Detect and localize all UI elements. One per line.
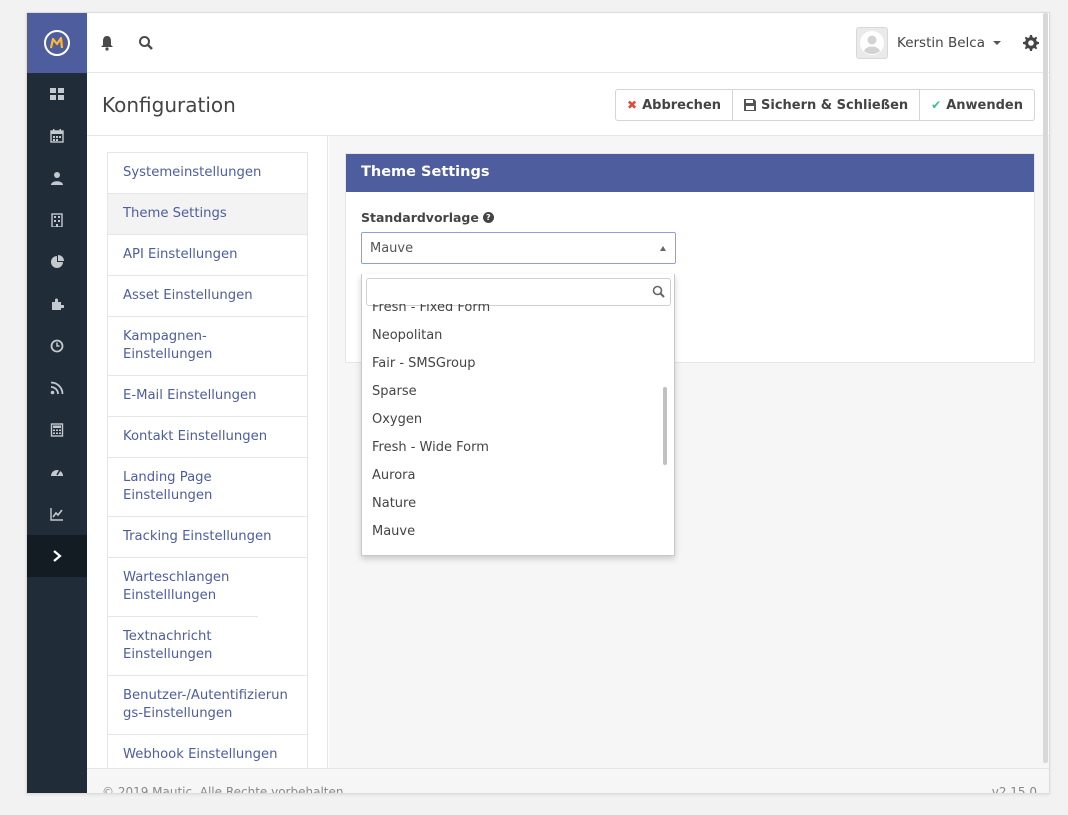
components-puzzle-icon[interactable] — [27, 283, 87, 325]
segments-pie-icon[interactable] — [27, 241, 87, 283]
settings-nav-column: Systemeinstellungen Theme Settings API E… — [87, 136, 328, 793]
option-mauve[interactable]: Mauve — [362, 518, 674, 546]
toolbar: ✖ Abbrechen Sichern & Schließen ✔ Anwend… — [615, 89, 1035, 121]
panel-title: Theme Settings — [346, 154, 1034, 192]
top-bar: Kerstin Belca — [87, 13, 1049, 73]
dropdown-options: Fresh - Fixed Form Neopolitan Fair - SMS… — [362, 304, 674, 554]
version: v2.15.0 — [991, 785, 1037, 794]
option-oxygen[interactable]: Oxygen — [362, 406, 674, 434]
notifications-bell-icon[interactable] — [99, 35, 115, 51]
page-title: Konfiguration — [102, 93, 236, 117]
option-aurora[interactable]: Aurora — [362, 462, 674, 490]
avatar — [856, 27, 889, 59]
save-icon — [744, 99, 757, 111]
menu-item-queue[interactable]: Warteschlangen Einstelllungen — [108, 558, 258, 617]
menu-item-campaign[interactable]: Kampagnen-Einstellungen — [108, 317, 307, 376]
settings-menu: Systemeinstellungen Theme Settings API E… — [107, 152, 308, 793]
gear-icon[interactable] — [1023, 35, 1039, 51]
sidebar — [27, 13, 87, 793]
apply-label: Anwenden — [946, 97, 1023, 113]
default-theme-select[interactable]: Mauve — [361, 232, 676, 264]
chevron-up-icon — [660, 246, 666, 251]
mautic-logo[interactable] — [27, 13, 87, 73]
window-scrollbar[interactable] — [1043, 13, 1048, 763]
menu-item-contact[interactable]: Kontakt Einstellungen — [108, 417, 307, 458]
search-icon[interactable] — [138, 35, 154, 51]
menu-item-tracking[interactable]: Tracking Einstellungen — [108, 517, 307, 558]
search-icon — [652, 285, 665, 298]
menu-item-landing-page[interactable]: Landing Page Einstellungen — [108, 458, 307, 517]
channels-rss-icon[interactable] — [27, 367, 87, 409]
save-close-button[interactable]: Sichern & Schließen — [732, 89, 921, 121]
cancel-label: Abbrechen — [642, 97, 722, 113]
calendar-icon[interactable] — [27, 115, 87, 157]
theme-dropdown: Fresh - Fixed Form Neopolitan Fair - SMS… — [361, 274, 675, 556]
stages-dashboard-icon[interactable] — [27, 451, 87, 493]
check-icon: ✔ — [931, 98, 942, 112]
user-avatar-icon — [860, 31, 885, 55]
reports-chart-icon[interactable] — [27, 493, 87, 535]
chevron-down-icon — [993, 41, 1001, 45]
footer: © 2019 Mautic. Alle Rechte vorbehalten. … — [87, 768, 1049, 793]
mautic-logo-icon — [44, 30, 70, 56]
contacts-icon[interactable] — [27, 157, 87, 199]
page-header: Konfiguration ✖ Abbrechen Sichern & Schl… — [87, 74, 1049, 136]
option-neopolitan[interactable]: Neopolitan — [362, 322, 674, 350]
selected-theme-value: Mauve — [370, 241, 414, 256]
help-icon[interactable]: ? — [482, 212, 494, 223]
menu-item-api[interactable]: API Einstellungen — [108, 235, 307, 276]
close-icon: ✖ — [627, 98, 638, 112]
option-fair-smsgroup[interactable]: Fair - SMSGroup — [362, 350, 674, 378]
default-theme-label-text: Standardvorlage — [361, 210, 479, 225]
dropdown-search-input[interactable] — [366, 278, 671, 306]
campaigns-clock-icon[interactable] — [27, 325, 87, 367]
app-window: Kerstin Belca Konfiguration ✖ Abbrechen … — [26, 12, 1050, 794]
expand-sidebar-chevron-icon[interactable] — [27, 535, 87, 577]
user-name: Kerstin Belca — [897, 35, 985, 51]
copyright: © 2019 Mautic. Alle Rechte vorbehalten. — [102, 785, 348, 794]
menu-item-sms[interactable]: Textnachricht Einstellungen — [108, 617, 307, 676]
dropdown-scrollbar[interactable] — [663, 387, 667, 465]
menu-item-theme[interactable]: Theme Settings — [108, 194, 307, 235]
save-close-label: Sichern & Schließen — [761, 97, 909, 113]
option-fresh-fixed[interactable]: Fresh - Fixed Form — [362, 304, 674, 322]
menu-item-email[interactable]: E-Mail Einstellungen — [108, 376, 307, 417]
user-menu[interactable]: Kerstin Belca — [856, 27, 1001, 59]
menu-item-asset[interactable]: Asset Einstellungen — [108, 276, 307, 317]
option-fresh-wide[interactable]: Fresh - Wide Form — [362, 434, 674, 462]
option-nature[interactable]: Nature — [362, 490, 674, 518]
menu-item-system[interactable]: Systemeinstellungen — [108, 153, 307, 194]
cancel-button[interactable]: ✖ Abbrechen — [615, 89, 734, 121]
default-theme-label: Standardvorlage ? — [361, 210, 494, 225]
menu-item-user-auth[interactable]: Benutzer-/Autentifizierungs-Einstellunge… — [108, 676, 307, 735]
points-calculator-icon[interactable] — [27, 409, 87, 451]
apply-button[interactable]: ✔ Anwenden — [919, 89, 1035, 121]
companies-icon[interactable] — [27, 199, 87, 241]
option-sparse[interactable]: Sparse — [362, 378, 674, 406]
dashboard-icon[interactable] — [27, 73, 87, 115]
